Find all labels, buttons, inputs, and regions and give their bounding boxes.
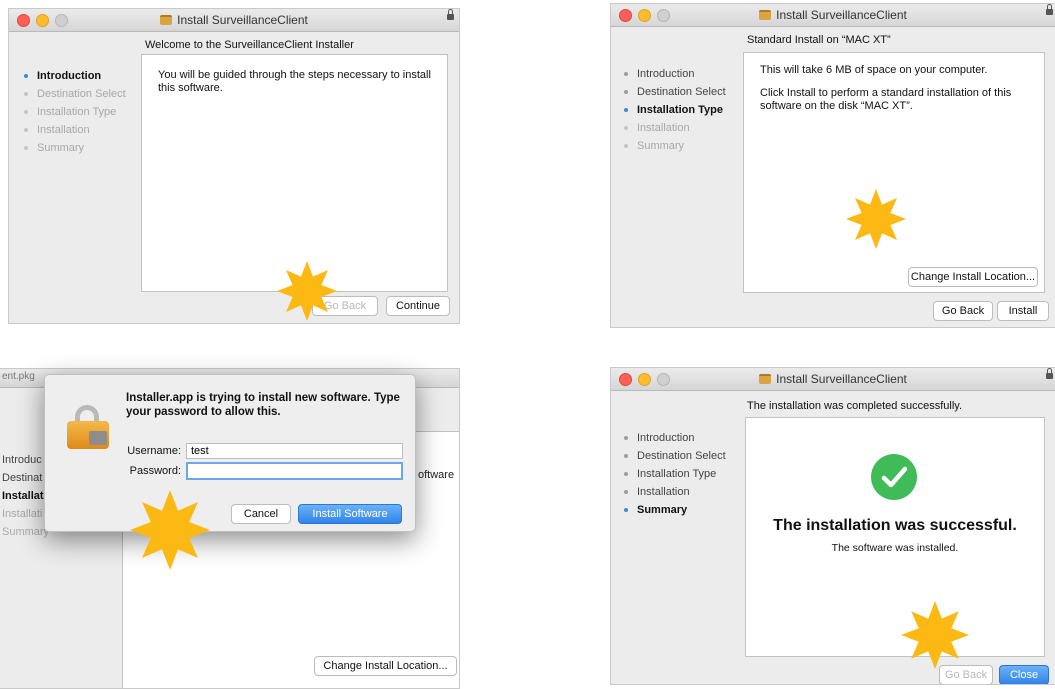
content-panel: This will take 6 MB of space on your com… xyxy=(743,52,1045,293)
step-installation: Installati xyxy=(0,505,49,523)
window-title: Install SurveillanceClient xyxy=(9,13,459,27)
content-panel: You will be guided through the steps nec… xyxy=(141,54,448,292)
password-dialog: Installer.app is trying to install new s… xyxy=(44,374,416,532)
intro-text: You will be guided through the steps nec… xyxy=(158,69,431,94)
step-installation: Installation xyxy=(623,119,726,137)
title-bar[interactable]: Install SurveillanceClient xyxy=(611,368,1055,391)
dialog-message: Installer.app is trying to install new s… xyxy=(126,392,400,418)
lock-icon xyxy=(1046,368,1053,379)
installer-window-summary: Install SurveillanceClient The installat… xyxy=(610,367,1055,685)
step-installation: Installation xyxy=(623,483,726,501)
username-field[interactable] xyxy=(186,443,403,459)
success-circle xyxy=(871,454,917,500)
success-title: The installation was successful. xyxy=(773,517,1017,534)
highlight-star-icon xyxy=(846,189,906,249)
lock-icon xyxy=(1046,4,1053,15)
package-icon xyxy=(160,15,173,25)
change-install-location-button[interactable]: Change Install Location... xyxy=(314,656,457,676)
step-installation-type: Installation Type xyxy=(23,103,126,121)
step-installation: Installation xyxy=(23,121,126,139)
content-panel: The installation was successful. The sof… xyxy=(745,417,1045,657)
step-introduction: Introduction xyxy=(623,429,726,447)
title-bar[interactable]: Install SurveillanceClient xyxy=(9,9,459,32)
background-window-title: ent.pkg xyxy=(2,371,35,382)
step-summary: Summary xyxy=(623,137,726,155)
install-description: Click Install to perform a standard inst… xyxy=(760,87,1012,112)
change-install-location-button[interactable]: Change Install Location... xyxy=(908,267,1038,287)
password-field[interactable] xyxy=(186,462,403,480)
install-software-button[interactable]: Install Software xyxy=(298,504,402,524)
username-label: Username: xyxy=(127,445,181,457)
steps-sidebar: Introduction Destination Select Installa… xyxy=(623,65,726,155)
install-button[interactable]: Install xyxy=(997,301,1049,321)
step-summary: Summary xyxy=(623,501,726,519)
highlight-star-icon xyxy=(130,490,210,570)
close-button[interactable]: Close xyxy=(999,665,1049,684)
package-icon xyxy=(759,10,772,20)
lock-icon xyxy=(447,9,454,20)
step-installation-type: Installation Type xyxy=(623,101,726,119)
continue-button[interactable]: Continue xyxy=(386,296,450,316)
page-heading: Welcome to the SurveillanceClient Instal… xyxy=(145,39,354,51)
step-introduction: Introduction xyxy=(23,67,126,85)
cancel-button[interactable]: Cancel xyxy=(231,504,291,524)
installer-window-installation-type: Install SurveillanceClient Standard Inst… xyxy=(610,3,1055,328)
step-introduction: Introduc xyxy=(0,451,49,469)
steps-sidebar: Introduction Destination Select Installa… xyxy=(623,429,726,519)
highlight-star-icon xyxy=(277,261,337,321)
step-destination-select: Destination Select xyxy=(623,447,726,465)
go-back-button[interactable]: Go Back xyxy=(939,665,993,684)
window-title: Install SurveillanceClient xyxy=(611,372,1055,386)
step-introduction: Introduction xyxy=(623,65,726,83)
page-heading: Standard Install on “MAC XT” xyxy=(747,34,891,46)
go-back-button[interactable]: Go Back xyxy=(933,301,993,321)
installer-window-introduction: Install SurveillanceClient Welcome to th… xyxy=(8,8,460,324)
space-text: This will take 6 MB of space on your com… xyxy=(760,64,988,76)
page-heading: The installation was completed successfu… xyxy=(747,400,963,412)
password-label: Password: xyxy=(129,465,181,477)
title-bar[interactable]: Install SurveillanceClient xyxy=(611,4,1055,27)
step-destination-select: Destinat xyxy=(0,469,49,487)
highlight-star-icon xyxy=(901,601,969,669)
step-destination-select: Destination Select xyxy=(623,83,726,101)
padlock-icon xyxy=(67,405,109,449)
steps-sidebar: Introduction Destination Select Installa… xyxy=(23,67,126,157)
window-title: Install SurveillanceClient xyxy=(611,8,1055,22)
step-destination-select: Destination Select xyxy=(23,85,126,103)
checkmark-icon xyxy=(881,466,908,488)
background-text-fragment: oftware xyxy=(418,469,455,481)
step-summary: Summary xyxy=(23,139,126,157)
package-icon xyxy=(759,374,772,384)
step-installation-type: Installat xyxy=(0,487,49,505)
success-subtitle: The software was installed. xyxy=(831,542,959,554)
step-installation-type: Installation Type xyxy=(623,465,726,483)
steps-sidebar-background: Introduc Destinat Installat Installati S… xyxy=(0,451,49,541)
step-summary: Summary xyxy=(0,523,49,541)
